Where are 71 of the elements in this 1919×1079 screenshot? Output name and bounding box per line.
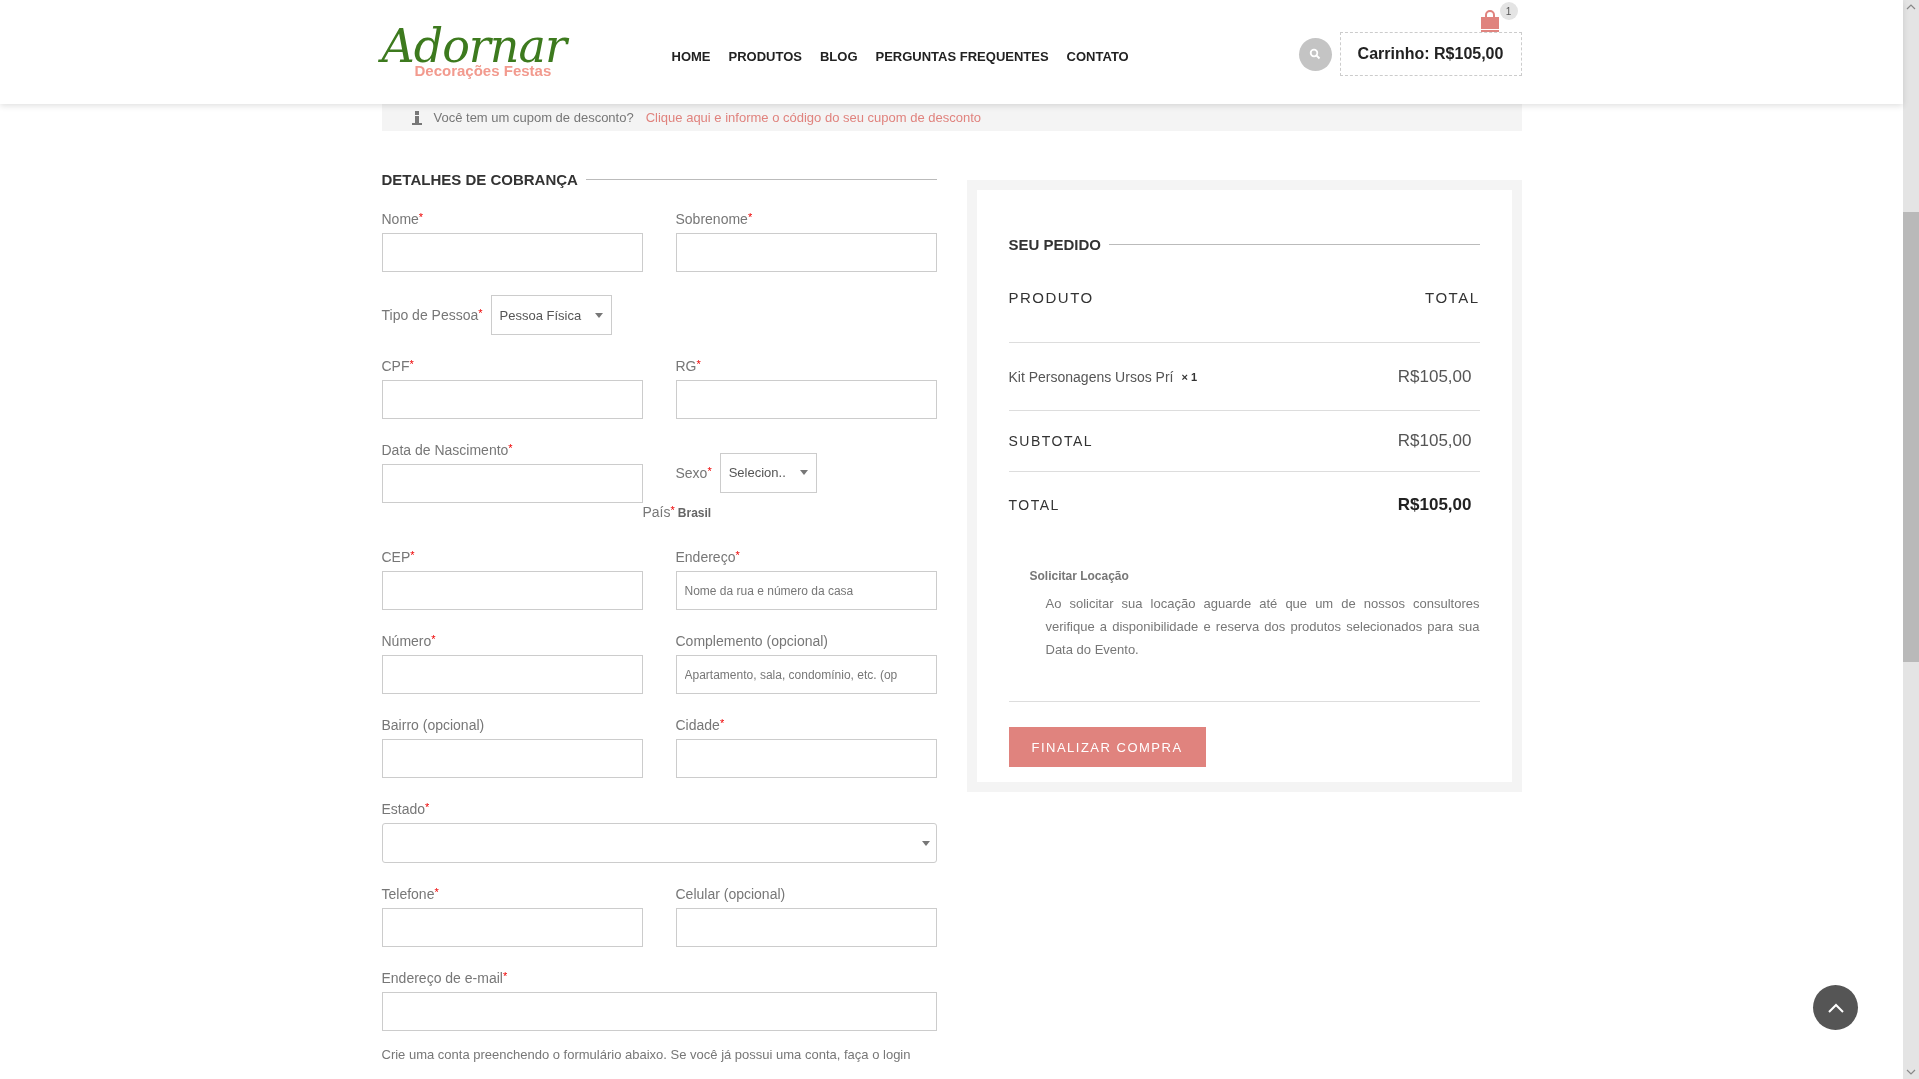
input-field[interactable]: [675, 739, 937, 778]
input-field[interactable]: [381, 908, 643, 947]
search-icon: [1309, 48, 1321, 60]
field-label: Número*: [381, 633, 437, 649]
dropdown[interactable]: Selecion..: [719, 452, 817, 493]
field-label: Tipo de Pessoa*: [381, 307, 483, 323]
scrollbar[interactable]: [1903, 0, 1919, 1079]
input-field[interactable]: [381, 380, 643, 419]
scrollbar-thumb[interactable]: [1903, 212, 1919, 662]
payment-method-title: Solicitar Locação: [1029, 569, 1129, 583]
total-value: R$105,00: [1397, 495, 1472, 515]
cart-button[interactable]: Carrinho: R$105,00: [1339, 32, 1522, 76]
field-label: Celular (opcional): [675, 886, 787, 902]
field-label: Endereço de e-mail*: [381, 970, 509, 986]
section-title: DETALHES DE COBRANÇA: [381, 171, 578, 188]
input-field[interactable]: [381, 571, 643, 610]
back-to-top-button[interactable]: [1813, 985, 1858, 1030]
product-quantity: × 1: [1181, 370, 1198, 383]
field-label: Nome*: [381, 211, 425, 227]
coupon-text: Você tem um cupom de desconto?: [433, 110, 634, 125]
field-label: Sexo*: [675, 464, 712, 481]
field-label: RG*: [675, 358, 702, 374]
dropdown[interactable]: Pessoa Física: [490, 295, 613, 335]
field-label: Complemento (opcional): [675, 633, 830, 649]
input-field[interactable]: [675, 380, 937, 419]
shopping-bag-icon[interactable]: [1479, 10, 1500, 32]
field-label: Telefone*: [381, 886, 440, 902]
info-icon: [411, 110, 422, 125]
subtotal-label: SUBTOTAL: [1008, 433, 1094, 449]
search-button[interactable]: [1298, 37, 1332, 71]
field-label: Data de Nascimento*: [381, 442, 514, 458]
field-label: Endereço*: [675, 549, 741, 565]
caret-icon: [799, 470, 808, 475]
field-label: Estado*: [381, 801, 431, 817]
nav-link[interactable]: HOME: [671, 48, 711, 64]
input-field[interactable]: Nome da rua e número da casa: [675, 571, 937, 610]
field-label: CPF*: [381, 358, 415, 374]
field-label: País*: [642, 504, 675, 520]
product-name: Kit Personagens Ursos Prí: [1008, 368, 1174, 385]
column-header: PRODUTO: [1008, 289, 1094, 306]
input-field[interactable]: [675, 233, 937, 272]
cart-count-badge: 1: [1499, 2, 1518, 20]
caret-icon: [595, 312, 604, 318]
field-label: Bairro (opcional): [381, 717, 486, 733]
scroll-up-icon[interactable]: [1906, 4, 1916, 10]
field-label: CEP*: [381, 549, 416, 565]
input-field[interactable]: [381, 739, 643, 778]
input-field[interactable]: [381, 233, 643, 272]
subtotal-value: R$105,00: [1397, 431, 1472, 451]
field-label: Cidade*: [675, 717, 726, 733]
caret-icon: [921, 840, 930, 846]
account-note: Crie uma conta preenchendo o formulário abaixo. Se você já possui uma conta, faça o login: [381, 1047, 912, 1062]
input-field[interactable]: Apartamento, sala, condomínio, etc. (op: [675, 655, 937, 694]
input-field[interactable]: [675, 908, 937, 947]
nav-link[interactable]: PERGUNTAS FREQUENTES: [875, 48, 1049, 64]
section-title: SEU PEDIDO: [1008, 236, 1102, 253]
total-label: TOTAL: [1008, 497, 1060, 513]
dropdown[interactable]: [381, 823, 937, 863]
input-field[interactable]: [381, 992, 937, 1031]
nav-link[interactable]: CONTATO: [1066, 48, 1129, 64]
nav-link[interactable]: PRODUTOS: [728, 48, 802, 64]
payment-description: Ao solicitar sua locação aguarde até que um de nossos consultores verifique a disponibilidade e reserva dos produtos selecionados para sua Data do Evento.: [1045, 595, 1480, 659]
field-label: Sobrenome*: [675, 211, 754, 227]
chevron-up-icon: [1827, 1002, 1844, 1013]
nav-link[interactable]: BLOG: [819, 48, 858, 64]
input-field[interactable]: [381, 655, 643, 694]
column-header: TOTAL: [1425, 289, 1480, 306]
scroll-down-icon[interactable]: [1906, 1069, 1916, 1075]
product-total: R$105,00: [1397, 366, 1472, 387]
country-value: Brasil: [677, 506, 712, 520]
input-field[interactable]: [381, 464, 643, 503]
